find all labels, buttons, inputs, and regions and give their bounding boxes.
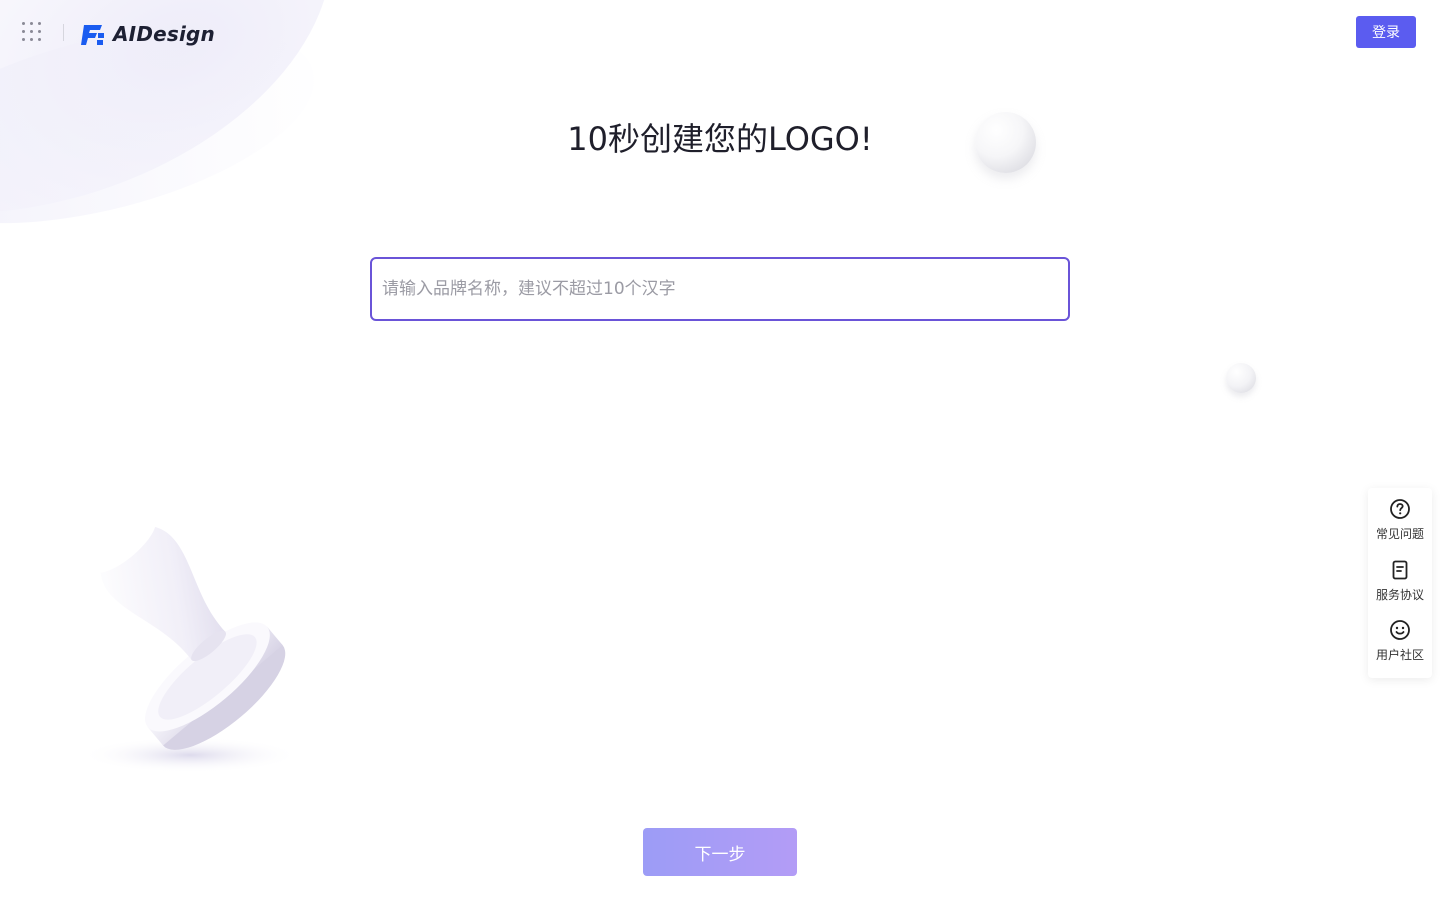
decorative-sphere-small [1226, 363, 1256, 393]
login-button[interactable]: 登录 [1356, 16, 1416, 48]
grid-dots-icon[interactable] [22, 22, 44, 44]
smiley-icon [1390, 620, 1410, 641]
logo-text: AIDesign [113, 22, 216, 46]
next-step-button[interactable]: 下一步 [643, 828, 797, 876]
logo-mark-icon [81, 25, 104, 45]
decorative-sphere-large [975, 112, 1036, 173]
page-title: 10秒创建您的LOGO! [567, 120, 873, 158]
page: AIDesign 登录 10秒创建您的LOGO! 请输入品牌名称，建议不超过10… [0, 0, 1440, 900]
side-item-label: 常见问题 [1375, 527, 1424, 541]
side-item-service-agreement[interactable]: 服务协议 [1368, 557, 1432, 618]
side-item-faq[interactable]: 常见问题 [1368, 496, 1432, 557]
side-help-panel: 常见问题 服务协议 用户社区 [1368, 488, 1432, 678]
stamp-illustration [80, 516, 300, 773]
side-item-label: 用户社区 [1375, 648, 1424, 663]
logo[interactable]: AIDesign [80, 20, 215, 48]
side-item-label: 服务协议 [1375, 587, 1424, 602]
header-divider [63, 24, 64, 41]
document-icon [1392, 560, 1408, 580]
header: AIDesign 登录 [0, 0, 1440, 64]
side-item-community[interactable]: 用户社区 [1368, 617, 1432, 678]
question-circle-icon [1390, 499, 1410, 519]
brand-name-input[interactable] [370, 257, 1070, 321]
